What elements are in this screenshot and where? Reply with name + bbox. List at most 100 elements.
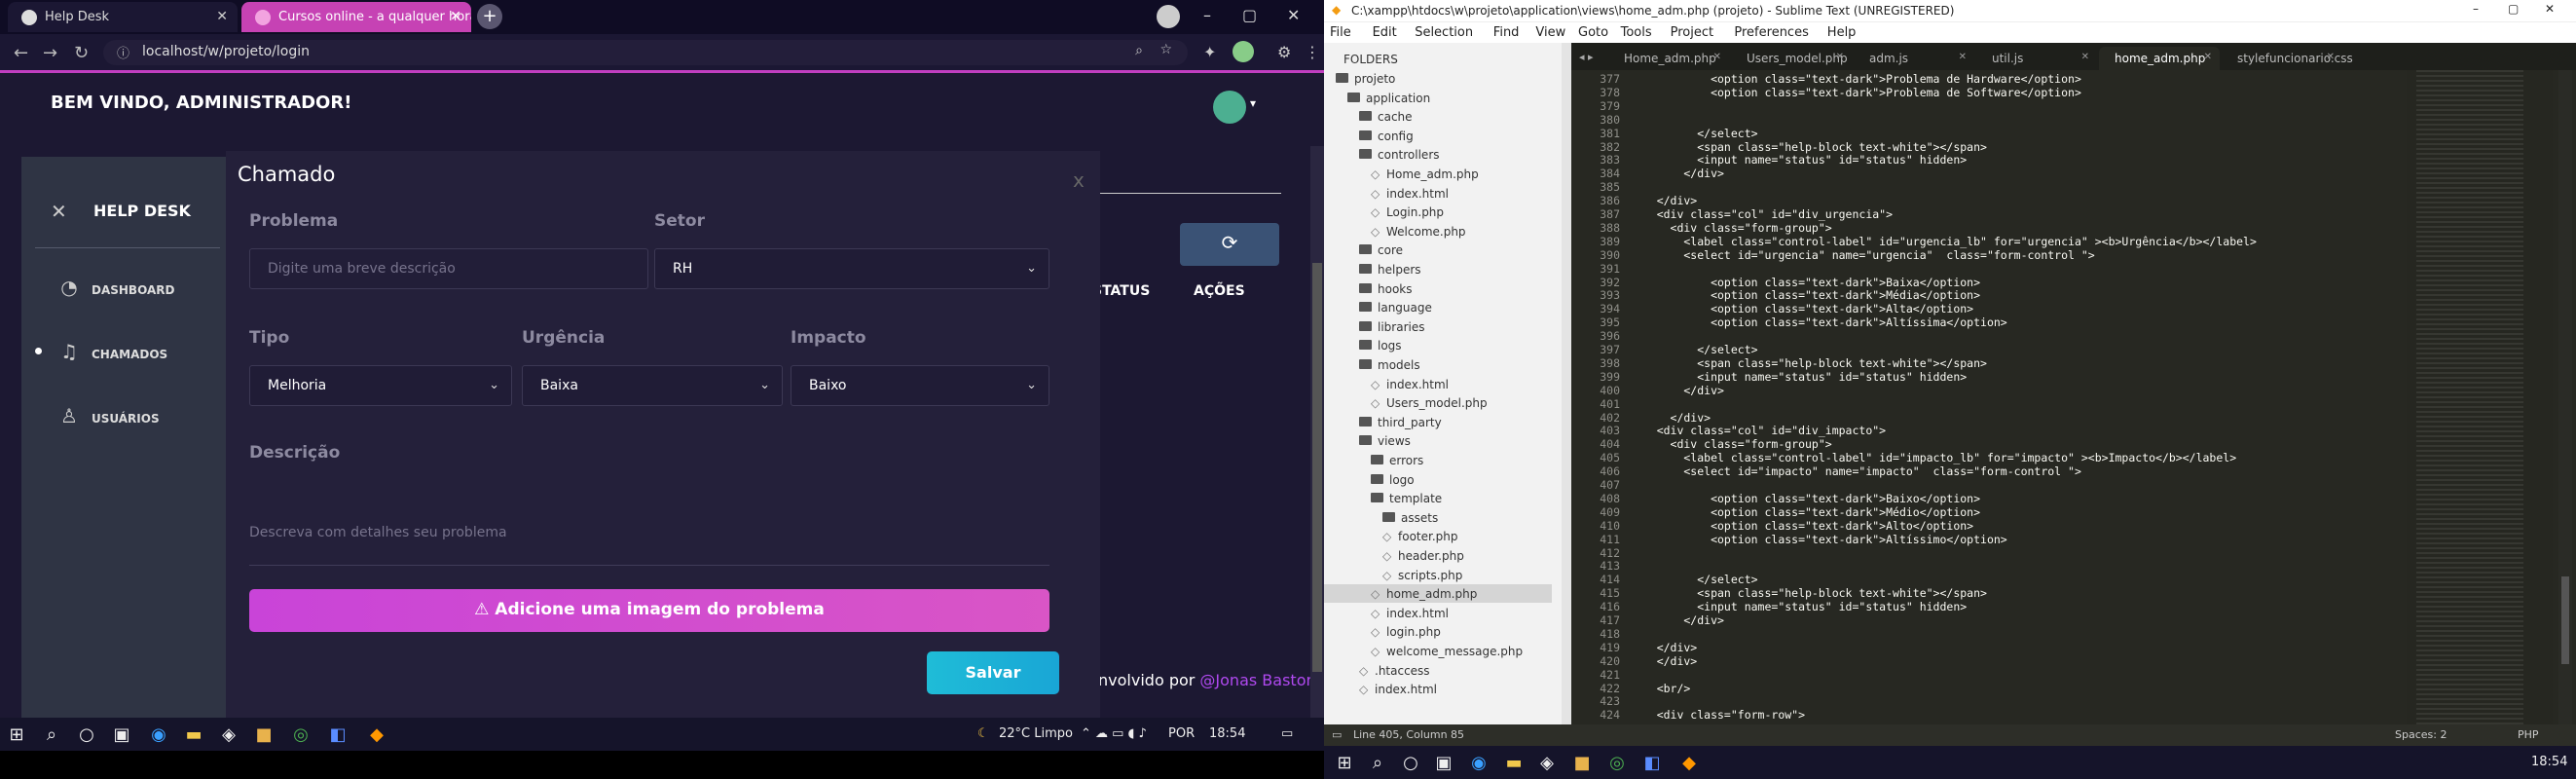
menu-goto[interactable]: Goto: [1578, 25, 1608, 40]
reload-icon[interactable]: ↻: [74, 43, 89, 63]
tree-file[interactable]: ◇ Welcome.php: [1371, 225, 1466, 239]
store-icon[interactable]: ◈: [1536, 753, 1558, 774]
tree-folder[interactable]: application: [1347, 92, 1430, 105]
close-tab-icon[interactable]: ✕: [1959, 52, 1967, 62]
menu-file[interactable]: File: [1330, 25, 1351, 40]
file-explorer-icon[interactable]: ▬: [183, 724, 204, 746]
menu-project[interactable]: Project: [1671, 25, 1713, 40]
back-icon[interactable]: ←: [14, 43, 28, 63]
chrome-icon[interactable]: ◎: [1606, 753, 1628, 774]
sublime-icon[interactable]: ◆: [366, 724, 387, 746]
weather-text[interactable]: 22°C Limpo: [999, 726, 1073, 741]
tree-folder[interactable]: config: [1359, 130, 1414, 143]
sublime-icon[interactable]: ◆: [1678, 753, 1700, 774]
extensions-icon[interactable]: ✦: [1203, 43, 1216, 61]
upload-image-button[interactable]: ⚠ Adicione uma imagem do problema: [249, 589, 1049, 632]
close-tab-icon[interactable]: ✕: [1836, 52, 1844, 62]
sidebar-item-usuarios[interactable]: USUÁRIOS: [92, 412, 160, 426]
clock[interactable]: 18:54: [2531, 755, 2567, 769]
tab-scroll-arrows-icon[interactable]: ◂ ▸: [1579, 51, 1594, 63]
user-avatar[interactable]: [1213, 91, 1246, 124]
tree-folder[interactable]: assets: [1382, 511, 1438, 525]
tree-file[interactable]: ◇ Users_model.php: [1371, 396, 1488, 410]
editor-scrollbar[interactable]: [2558, 70, 2572, 724]
close-tab-icon[interactable]: ✕: [2081, 52, 2089, 62]
menu-preferences[interactable]: Preferences: [1734, 25, 1808, 40]
edge-icon[interactable]: ◉: [1468, 753, 1490, 774]
editor-tab[interactable]: Users_model.php ✕: [1731, 47, 1852, 70]
tree-folder[interactable]: template: [1371, 492, 1442, 505]
store-icon[interactable]: ◈: [218, 724, 239, 746]
tree-file[interactable]: ◇ login.php: [1371, 625, 1441, 639]
clock[interactable]: 18:54: [1209, 726, 1245, 741]
impacto-select[interactable]: Baixo ⌄: [791, 365, 1049, 406]
footer-author-link[interactable]: @Jonas Bastoni: [1199, 671, 1320, 689]
tree-folder[interactable]: cache: [1359, 110, 1413, 124]
menu-dots-icon[interactable]: ⋮: [1305, 43, 1320, 61]
photoshop-icon[interactable]: ◧: [327, 724, 349, 746]
tree-file[interactable]: ◇ welcome_message.php: [1371, 645, 1523, 658]
menu-edit[interactable]: Edit: [1373, 25, 1397, 40]
notification-icon[interactable]: ▭: [1281, 726, 1293, 741]
tree-folder[interactable]: helpers: [1359, 263, 1421, 277]
tree-folder[interactable]: hooks: [1359, 282, 1413, 296]
bookmark-star-icon[interactable]: ☆: [1159, 42, 1172, 57]
tree-folder[interactable]: core: [1359, 243, 1403, 257]
close-tab-icon[interactable]: ✕: [450, 9, 461, 24]
tray-icons[interactable]: ⌃ ☁ ▭ ◖ ♪: [1081, 726, 1147, 741]
tree-folder[interactable]: projeto: [1336, 72, 1395, 86]
editor-tab[interactable]: adm.js ✕: [1854, 47, 1974, 70]
close-tab-icon[interactable]: ✕: [216, 9, 228, 24]
edge-icon[interactable]: ◉: [148, 724, 169, 746]
tree-file[interactable]: ◇ scripts.php: [1382, 569, 1462, 582]
menu-view[interactable]: View: [1535, 25, 1565, 40]
tree-folder[interactable]: errors: [1371, 454, 1423, 467]
tree-folder[interactable]: controllers: [1359, 148, 1440, 162]
refresh-button[interactable]: ⟳: [1180, 223, 1279, 266]
tree-file[interactable]: ◇ header.php: [1382, 549, 1464, 563]
address-bar[interactable]: ⓘ localhost/w/projeto/login ⌕ ☆: [103, 40, 1188, 65]
chevron-down-icon[interactable]: ▾: [1250, 96, 1256, 110]
scrollbar-thumb[interactable]: [1312, 263, 1322, 672]
windows-start-icon[interactable]: ⊞: [1334, 753, 1355, 774]
tree-file[interactable]: ◇ Login.php: [1371, 205, 1444, 219]
setor-select[interactable]: RH ⌄: [654, 248, 1049, 289]
cortana-icon[interactable]: ○: [1400, 753, 1421, 774]
app-icon[interactable]: ■: [1571, 753, 1593, 774]
descricao-textarea[interactable]: Descreva com detalhes seu problema: [249, 511, 1049, 566]
syntax-setting[interactable]: PHP: [2518, 728, 2539, 741]
menu-tools[interactable]: Tools: [1621, 25, 1652, 40]
tree-file[interactable]: ◇ index.html: [1371, 378, 1449, 391]
tree-file[interactable]: ◇ footer.php: [1382, 530, 1457, 543]
browser-tab-help-desk[interactable]: Help Desk ✕: [8, 2, 238, 32]
menu-selection[interactable]: Selection: [1415, 25, 1473, 40]
tree-folder[interactable]: logo: [1371, 473, 1415, 487]
profile-sync-icon[interactable]: [1157, 5, 1180, 28]
save-button[interactable]: Salvar: [927, 651, 1059, 694]
sidebar-item-chamados[interactable]: CHAMADOS: [92, 348, 167, 361]
tree-file[interactable]: ◇ index.html: [1359, 683, 1437, 696]
close-window-icon[interactable]: ✕: [2545, 2, 2555, 16]
tree-file[interactable]: ◇ home_adm.php: [1371, 587, 1477, 601]
cortana-icon[interactable]: ○: [76, 724, 97, 746]
search-icon[interactable]: ⌕: [41, 724, 62, 746]
tree-file[interactable]: ◇ .htaccess: [1359, 664, 1430, 678]
tree-file[interactable]: ◇ index.html: [1371, 607, 1449, 620]
page-scrollbar[interactable]: [1310, 146, 1324, 779]
tree-folder[interactable]: third_party: [1359, 416, 1442, 429]
gear-icon[interactable]: ⚙: [1277, 43, 1291, 61]
close-window-icon[interactable]: ✕: [1287, 6, 1300, 24]
zoom-icon[interactable]: ⌕: [1135, 43, 1143, 58]
chrome-icon[interactable]: ◎: [290, 724, 312, 746]
editor-tab[interactable]: home_adm.php ✕: [2099, 47, 2220, 70]
sidebar-scrollbar[interactable]: [1562, 43, 1571, 724]
urgencia-select[interactable]: Baixa ⌄: [522, 365, 783, 406]
windows-start-icon[interactable]: ⊞: [6, 724, 27, 746]
profile-avatar-icon[interactable]: [1233, 41, 1254, 62]
minimize-icon[interactable]: –: [1203, 6, 1211, 24]
tree-file[interactable]: ◇ Home_adm.php: [1371, 167, 1479, 181]
tipo-select[interactable]: Melhoria ⌄: [249, 365, 512, 406]
tree-folder[interactable]: logs: [1359, 339, 1402, 352]
tree-file[interactable]: ◇ index.html: [1371, 187, 1449, 201]
close-tab-icon[interactable]: ✕: [2327, 52, 2335, 62]
